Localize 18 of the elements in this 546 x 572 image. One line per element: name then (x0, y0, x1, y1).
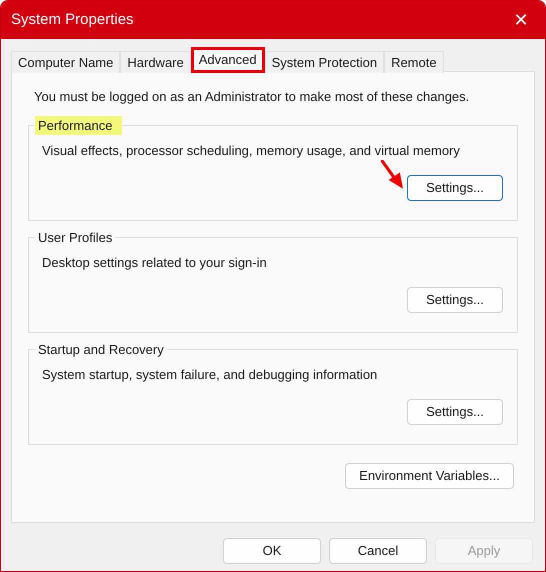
tab[interactable]: Advanced (190, 47, 265, 73)
tab[interactable]: Hardware (120, 51, 191, 73)
group-title: Performance (35, 116, 122, 135)
group-description: Desktop settings related to your sign-in (42, 254, 268, 272)
dialog-button[interactable]: OK (223, 538, 321, 564)
window-title: System Properties (11, 10, 134, 30)
group-description: Visual effects, processor scheduling, memory usage, and virtual memory (42, 142, 461, 160)
tab[interactable]: Computer Name (11, 51, 120, 73)
settings-button[interactable]: Settings... (407, 175, 503, 201)
close-button[interactable]: ✕ (501, 4, 541, 36)
notice-text: You must be logged on as an Administrator to make most of these changes. (34, 88, 470, 106)
group-description: System startup, system failure, and debugging information (42, 366, 378, 384)
environment-variables-button[interactable]: Environment Variables... (345, 462, 514, 488)
tab[interactable]: System Protection (264, 51, 384, 73)
dialog-button[interactable]: Cancel (329, 538, 427, 564)
settings-button[interactable]: Settings... (407, 287, 503, 313)
settings-button[interactable]: Settings... (407, 399, 503, 425)
tab[interactable]: Remote (384, 51, 444, 73)
